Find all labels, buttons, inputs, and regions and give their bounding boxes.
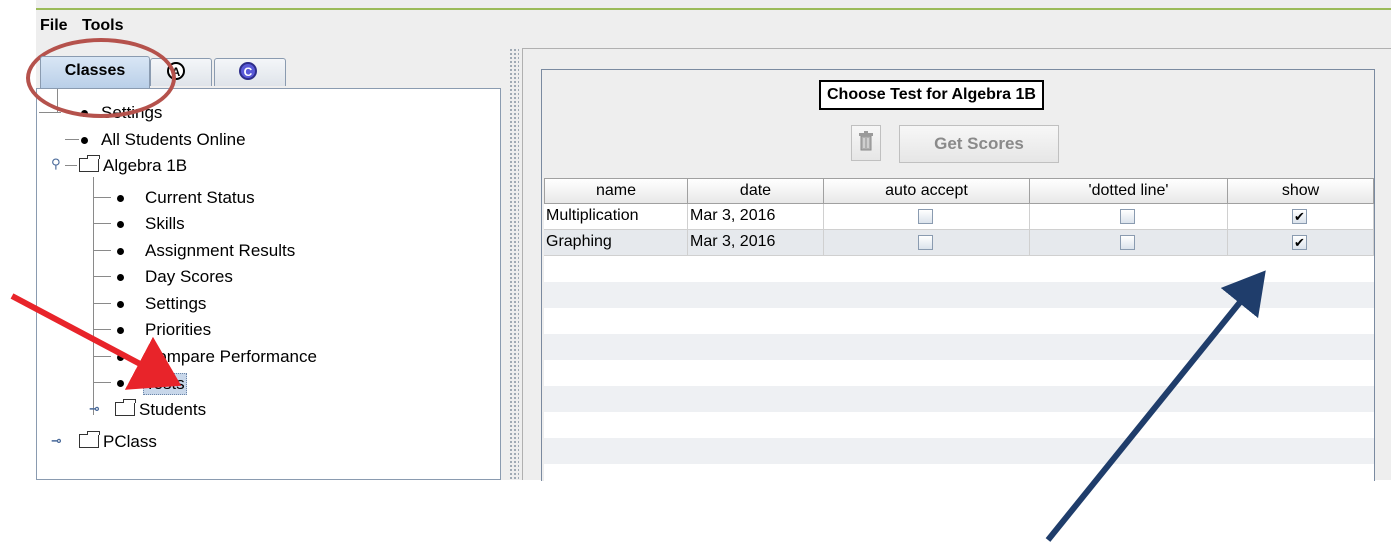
folder-icon: [79, 431, 100, 448]
tree-item-label: Students: [139, 400, 207, 419]
bullet-icon: [117, 248, 124, 255]
top-rule: [36, 8, 1391, 10]
bullet-icon: [117, 354, 124, 361]
column-header-name[interactable]: name: [544, 178, 688, 204]
collapsed-handle-icon[interactable]: ⊸: [51, 433, 62, 449]
tree-item-label: Priorities: [145, 320, 212, 339]
circle-c-icon: C: [239, 62, 257, 80]
bullet-icon: [117, 327, 124, 334]
dotted-line-checkbox[interactable]: [1120, 209, 1135, 224]
tree-item-label-selected: Tests: [143, 373, 187, 395]
empty-row: [544, 334, 1374, 360]
bullet-icon: [81, 137, 88, 144]
tree-item-class-settings[interactable]: Settings: [37, 293, 497, 317]
column-header-date[interactable]: date: [688, 178, 824, 204]
menubar: File Tools: [36, 12, 1391, 38]
test-chooser-box: Choose Test for Algebra 1B Get Scores na…: [541, 69, 1375, 482]
tab-classes-label: Classes: [64, 62, 126, 79]
bullet-icon: [117, 301, 124, 308]
tree-item-priorities[interactable]: Priorities: [37, 319, 497, 343]
tab-c[interactable]: C: [214, 58, 286, 86]
show-checkbox[interactable]: ✔: [1292, 235, 1307, 250]
tree-item-settings[interactable]: Settings: [37, 102, 497, 126]
tree-item-day-scores[interactable]: Day Scores: [37, 266, 497, 290]
split-pane-divider[interactable]: [509, 48, 519, 480]
tree-item-label: Algebra 1B: [103, 156, 188, 175]
tree-item-algebra-1b[interactable]: ⚲ Algebra 1B: [37, 155, 497, 179]
tree-item-tests[interactable]: Tests: [37, 372, 497, 396]
tab-a[interactable]: A: [150, 58, 212, 86]
panel-title: Choose Test for Algebra 1B: [819, 80, 1044, 110]
collapsed-handle-icon[interactable]: ⊸: [89, 401, 100, 417]
empty-row: [544, 438, 1374, 464]
tree-item-all-students-online[interactable]: All Students Online: [37, 129, 497, 153]
tree-item-label: PClass: [103, 432, 157, 451]
tree-item-label: All Students Online: [101, 130, 246, 149]
auto-accept-checkbox[interactable]: [918, 209, 933, 224]
tree-item-label: Current Status: [145, 188, 255, 207]
cell-dotted-line: [1030, 204, 1228, 230]
expanded-handle-icon[interactable]: ⚲: [51, 156, 61, 172]
bullet-icon: [117, 195, 124, 202]
tree-item-skills[interactable]: Skills: [37, 213, 497, 237]
folder-icon: [115, 399, 136, 416]
cell-date[interactable]: Mar 3, 2016: [688, 230, 824, 256]
dotted-line-checkbox[interactable]: [1120, 235, 1135, 250]
cell-name[interactable]: Multiplication: [544, 204, 688, 230]
cell-show: ✔: [1228, 230, 1374, 256]
tree-item-label: Settings: [101, 103, 163, 122]
tab-classes[interactable]: Classes: [40, 56, 150, 88]
trash-icon: [859, 131, 873, 151]
menu-tools[interactable]: Tools: [82, 17, 123, 35]
tree-item-label: Settings: [145, 294, 207, 313]
cell-auto-accept: [824, 230, 1030, 256]
get-scores-button[interactable]: Get Scores: [899, 125, 1059, 163]
empty-row: [544, 386, 1374, 412]
bullet-icon: [117, 274, 124, 281]
show-checkbox[interactable]: ✔: [1292, 209, 1307, 224]
tree-item-students[interactable]: ⊸ Students: [37, 399, 497, 423]
tests-table: name date auto accept 'dotted line' show…: [544, 178, 1374, 482]
delete-button[interactable]: [851, 125, 881, 161]
test-chooser-panel: Choose Test for Algebra 1B Get Scores na…: [522, 48, 1391, 482]
tree-item-label: Skills: [145, 214, 185, 233]
column-header-auto-accept[interactable]: auto accept: [824, 178, 1030, 204]
bullet-icon: [81, 110, 88, 117]
cell-name[interactable]: Graphing: [544, 230, 688, 256]
tree-item-label: Day Scores: [145, 267, 233, 286]
tree-item-assignment-results[interactable]: Assignment Results: [37, 240, 497, 264]
folder-icon: [79, 155, 100, 172]
left-panel: Classes A C Settings All Students Online: [36, 38, 512, 480]
tree-item-compare-performance[interactable]: Compare Performance: [37, 346, 497, 370]
column-header-dotted-line[interactable]: 'dotted line': [1030, 178, 1228, 204]
column-header-show[interactable]: show: [1228, 178, 1374, 204]
bullet-icon: [117, 380, 124, 387]
class-tree: Settings All Students Online ⚲ Algebra 1…: [36, 88, 501, 480]
tree-item-label: Compare Performance: [145, 347, 317, 366]
circle-a-icon: A: [167, 62, 185, 80]
bullet-icon: [117, 221, 124, 228]
tree-item-pclass[interactable]: ⊸ PClass: [37, 431, 497, 455]
cell-show: ✔: [1228, 204, 1374, 230]
cell-dotted-line: [1030, 230, 1228, 256]
empty-row: [544, 282, 1374, 308]
cell-auto-accept: [824, 204, 1030, 230]
tree-item-current-status[interactable]: Current Status: [37, 187, 497, 211]
auto-accept-checkbox[interactable]: [918, 235, 933, 250]
menu-file[interactable]: File: [40, 17, 68, 35]
cell-date[interactable]: Mar 3, 2016: [688, 204, 824, 230]
tree-item-label: Assignment Results: [145, 241, 296, 260]
